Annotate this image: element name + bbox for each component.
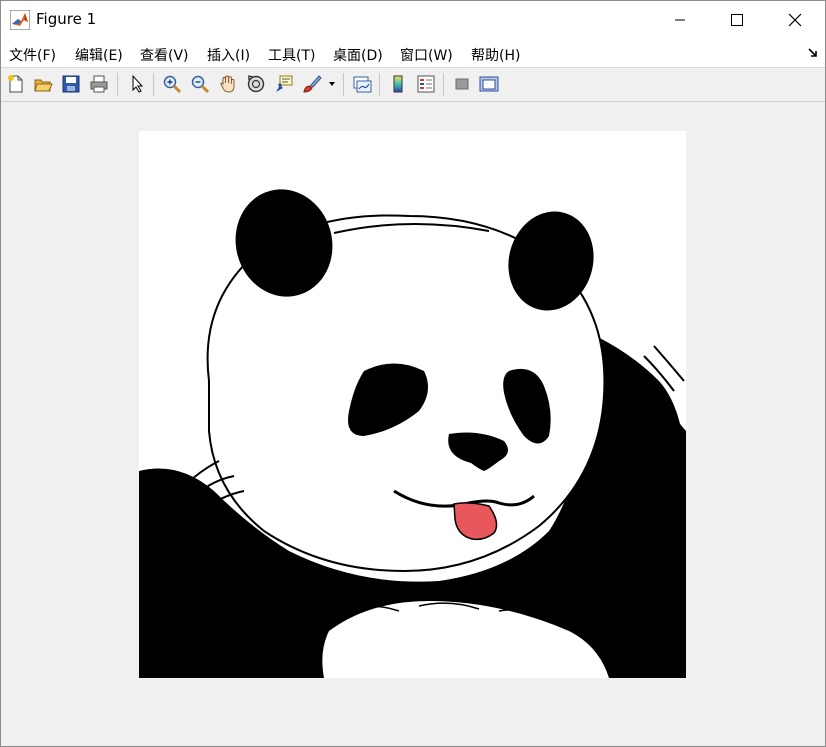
brush-dropdown-icon xyxy=(329,82,335,86)
menu-bar: 文件(F) 编辑(E) 查看(V) 插入(I) 工具(T) 桌面(D) 窗口(W… xyxy=(1,39,825,68)
figure-canvas[interactable] xyxy=(1,102,825,746)
zoom-out-button[interactable] xyxy=(189,73,211,95)
brush-button[interactable] xyxy=(301,73,323,95)
dock-arrow-icon[interactable] xyxy=(807,47,819,59)
panda-illustration xyxy=(139,189,686,678)
select-pointer-icon xyxy=(132,74,144,93)
minimize-icon xyxy=(675,19,685,21)
new-figure-icon xyxy=(8,75,23,93)
print-button[interactable] xyxy=(88,73,110,95)
print-icon xyxy=(90,75,108,93)
pan-hand-icon xyxy=(220,75,235,93)
insert-colorbar-icon xyxy=(393,75,403,93)
show-plot-tools-icon xyxy=(479,76,499,92)
rotate-3d-icon xyxy=(247,75,265,93)
window-title: Figure 1 xyxy=(36,10,97,28)
menu-file[interactable]: 文件(F) xyxy=(9,45,56,65)
show-plot-tools-button[interactable] xyxy=(478,73,500,95)
menu-view[interactable]: 查看(V) xyxy=(140,45,189,65)
minimize-button[interactable] xyxy=(651,1,709,39)
save-button[interactable] xyxy=(60,73,82,95)
menu-insert[interactable]: 插入(I) xyxy=(207,45,250,65)
toolbar-separator xyxy=(443,73,444,96)
insert-legend-icon xyxy=(417,75,435,93)
matlab-logo-icon xyxy=(10,10,30,30)
link-plot-button[interactable] xyxy=(351,73,373,95)
data-cursor-button[interactable] xyxy=(273,73,295,95)
close-button[interactable] xyxy=(766,1,824,39)
menu-edit[interactable]: 编辑(E) xyxy=(75,45,123,65)
save-icon xyxy=(62,75,80,93)
hide-plot-tools-icon xyxy=(455,78,469,90)
brush-dropdown-button[interactable] xyxy=(325,73,339,95)
toolbar-separator xyxy=(343,73,344,96)
new-figure-button[interactable] xyxy=(5,73,27,95)
menu-window[interactable]: 窗口(W) xyxy=(400,45,453,65)
figure-toolbar xyxy=(1,68,825,102)
zoom-in-button[interactable] xyxy=(161,73,183,95)
hide-plot-tools-button[interactable] xyxy=(451,73,473,95)
data-cursor-icon xyxy=(276,75,293,92)
rotate-3d-button[interactable] xyxy=(245,73,267,95)
open-file-button[interactable] xyxy=(32,73,54,95)
insert-legend-button[interactable] xyxy=(415,73,437,95)
toolbar-separator xyxy=(153,73,154,96)
open-file-icon xyxy=(34,79,53,92)
maximize-button[interactable] xyxy=(708,1,766,39)
zoom-out-icon xyxy=(191,75,210,94)
title-bar[interactable]: Figure 1 xyxy=(1,1,825,39)
menu-help[interactable]: 帮助(H) xyxy=(471,45,520,65)
pan-button[interactable] xyxy=(217,73,239,95)
toolbar-separator xyxy=(379,73,380,96)
link-plot-icon xyxy=(353,76,372,93)
menu-desktop[interactable]: 桌面(D) xyxy=(333,45,383,65)
figure-window: Figure 1 文件(F) 编辑(E) 查看(V) 插入(I) 工具(T) 桌… xyxy=(0,0,826,747)
close-icon xyxy=(788,13,802,27)
panda-image xyxy=(139,131,686,678)
toolbar-separator xyxy=(117,73,118,96)
insert-colorbar-button[interactable] xyxy=(387,73,409,95)
zoom-in-icon xyxy=(163,75,182,94)
menu-tools[interactable]: 工具(T) xyxy=(268,45,315,65)
select-pointer-button[interactable] xyxy=(126,73,148,95)
brush-icon xyxy=(303,75,322,93)
maximize-icon xyxy=(731,14,743,26)
